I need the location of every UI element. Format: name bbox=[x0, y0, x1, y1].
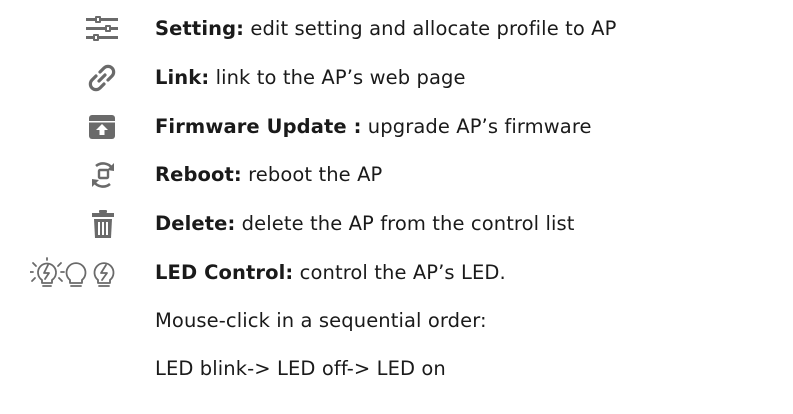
item-label: Setting: bbox=[155, 17, 245, 40]
firmware-update-row: Firmware Update : upgrade AP’s firmware bbox=[0, 110, 793, 144]
firmware-update-icon bbox=[86, 110, 118, 144]
item-label: Delete: bbox=[155, 212, 236, 235]
firmware-update-text: Firmware Update : upgrade AP’s firmware bbox=[155, 115, 592, 139]
setting-text: Setting: edit setting and allocate profi… bbox=[155, 17, 616, 41]
reboot-row: Reboot: reboot the AP bbox=[0, 158, 793, 192]
item-desc: reboot the AP bbox=[241, 163, 383, 186]
item-label: Reboot: bbox=[155, 163, 242, 186]
settings-sliders-icon bbox=[84, 12, 120, 46]
setting-row: Setting: edit setting and allocate profi… bbox=[0, 12, 793, 46]
item-desc: edit setting and allocate profile to AP bbox=[244, 17, 617, 40]
led-control-text: LED Control: control the AP’s LED. bbox=[155, 261, 506, 285]
led-sequence-steps: LED blink-> LED off-> LED on bbox=[155, 357, 446, 380]
item-desc: upgrade AP’s firmware bbox=[361, 115, 592, 138]
item-desc: link to the AP’s web page bbox=[209, 66, 466, 89]
item-label: Link: bbox=[155, 66, 210, 89]
led-sequence-intro: Mouse-click in a sequential order: bbox=[155, 309, 487, 332]
link-icon bbox=[86, 61, 118, 95]
link-text: Link: link to the AP’s web page bbox=[155, 66, 466, 90]
led-bulbs-icon bbox=[30, 256, 122, 290]
item-desc: delete the AP from the control list bbox=[235, 212, 575, 235]
delete-text: Delete: delete the AP from the control l… bbox=[155, 212, 575, 236]
reboot-text: Reboot: reboot the AP bbox=[155, 163, 382, 187]
trash-icon bbox=[88, 207, 118, 241]
item-label: Firmware Update : bbox=[155, 115, 362, 138]
reboot-icon bbox=[86, 158, 120, 192]
item-label: LED Control: bbox=[155, 261, 294, 284]
led-control-row: LED Control: control the AP’s LED. bbox=[0, 256, 793, 290]
item-desc: control the AP’s LED. bbox=[293, 261, 506, 284]
delete-row: Delete: delete the AP from the control l… bbox=[0, 207, 793, 241]
link-row: Link: link to the AP’s web page bbox=[0, 61, 793, 95]
